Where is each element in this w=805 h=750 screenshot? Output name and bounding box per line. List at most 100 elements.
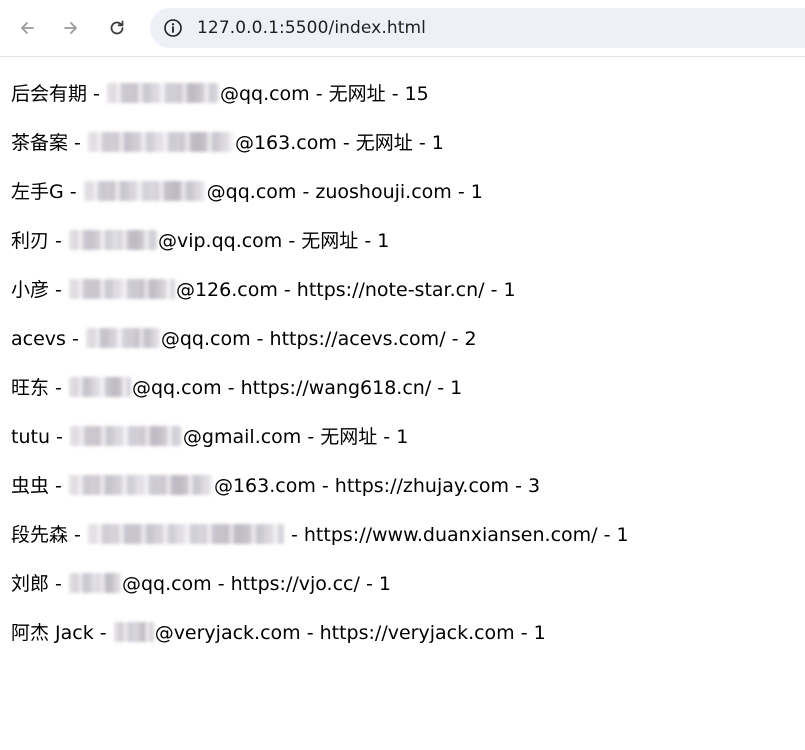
separator: - [359,573,379,595]
entry-url: 无网址 [355,132,413,154]
separator: - [300,622,320,644]
list-item: 后会有期 - @qq.com - 无网址 - 15 [11,80,805,129]
separator: - [93,622,113,644]
separator: - [87,83,106,105]
entry-email-domain: @126.com [175,279,278,301]
entry-email-domain: @veryjack.com [154,622,301,644]
masked-email-local [68,475,213,495]
entry-email-domain: @vip.qq.com [157,230,283,252]
entry-email-domain: @qq.com [121,573,212,595]
separator: - [49,279,68,301]
separator: - [277,279,297,301]
list-item: 阿杰 Jack - @veryjack.com - https://veryja… [11,619,805,668]
url-text[interactable]: 127.0.0.1:5500/index.html [197,18,426,38]
entry-email-domain: @qq.com [206,181,297,203]
masked-email-local [87,524,284,544]
separator: - [296,181,316,203]
masked-email-local [83,181,206,201]
list-item: tutu - @gmail.com - 无网址 - 1 [11,423,805,472]
entry-email-domain: @qq.com [131,377,222,399]
address-bar[interactable]: 127.0.0.1:5500/index.html [150,8,805,48]
list-item: 茶备案 - @163.com - 无网址 - 1 [11,129,805,178]
entry-count: 1 [616,524,629,546]
separator: - [431,377,451,399]
separator: - [484,279,504,301]
masked-email-local [106,83,219,103]
separator: - [451,181,471,203]
separator: - [221,377,241,399]
entry-count: 1 [450,377,463,399]
separator: - [284,524,304,546]
masked-email-local [68,279,175,299]
separator: - [412,132,432,154]
entry-name: tutu [11,426,50,448]
back-button[interactable] [11,12,43,44]
entry-count: 1 [377,230,390,252]
separator: - [385,83,405,105]
list-item: 利刃 - @vip.qq.com - 无网址 - 1 [11,227,805,276]
masked-email-local [68,573,121,593]
separator: - [358,230,378,252]
entry-email-domain: @gmail.com [182,426,302,448]
masked-email-local [68,230,157,250]
entry-name: 左手G [11,181,64,203]
page-content: 后会有期 - @qq.com - 无网址 - 15 茶备案 - @163.com… [11,80,805,668]
entry-count: 1 [533,622,546,644]
separator: - [65,328,85,350]
masked-email-local [113,622,154,642]
separator: - [211,573,231,595]
masked-email-local [87,132,234,152]
entry-count: 3 [527,475,541,497]
masked-email-local [85,328,160,348]
separator: - [514,622,534,644]
separator: - [445,328,465,350]
entry-count: 1 [431,132,444,154]
entry-url: https://www.duanxiansen.com/ [303,524,598,546]
separator: - [301,426,321,448]
separator: - [282,230,302,252]
entry-name: 刘郎 [11,573,50,595]
separator: - [377,426,397,448]
entry-count: 15 [404,83,429,105]
entry-url: https://acevs.com/ [269,328,446,350]
entry-url: https://veryjack.com [319,622,515,644]
entry-url: 无网址 [328,83,386,105]
separator: - [315,475,335,497]
entry-name: 后会有期 [11,83,88,105]
entry-name: 利刃 [11,230,50,252]
separator: - [597,524,617,546]
entry-count: 2 [464,328,477,350]
entry-email-domain: @163.com [234,132,337,154]
reload-icon [110,20,124,35]
entry-count: 1 [396,426,409,448]
entry-name: 茶备案 [11,132,69,154]
entry-email-domain: @qq.com [160,328,251,350]
entry-url: zuoshouji.com [315,181,452,203]
separator: - [49,230,68,252]
entry-url: https://zhujay.com [334,475,510,497]
list-item: acevs - @qq.com - https://acevs.com/ - 2 [11,325,805,374]
separator: - [63,181,83,203]
separator: - [49,426,69,448]
list-item: 刘郎 - @qq.com - https://vjo.cc/ - 1 [11,570,805,619]
entry-name: 虫虫 [11,475,50,497]
reload-button[interactable] [101,12,133,44]
list-item: 左手G - @qq.com - zuoshouji.com - 1 [11,178,805,227]
list-item: 虫虫 - @163.com - https://zhujay.com - 3 [11,472,805,521]
entry-name: 阿杰 Jack [11,622,94,644]
masked-email-local [68,377,131,397]
separator: - [49,377,68,399]
arrow-right-icon [64,22,77,34]
separator: - [309,83,329,105]
entry-email-domain: @qq.com [219,83,310,105]
entry-count: 1 [503,279,516,301]
separator: - [68,524,87,546]
browser-toolbar: 127.0.0.1:5500/index.html [0,0,805,57]
entry-url: 无网址 [301,230,359,252]
entry-url: 无网址 [320,426,378,448]
forward-button[interactable] [55,12,87,44]
separator: - [49,475,68,497]
site-info-icon[interactable] [160,15,186,41]
entry-name: 段先森 [11,524,69,546]
separator: - [250,328,270,350]
